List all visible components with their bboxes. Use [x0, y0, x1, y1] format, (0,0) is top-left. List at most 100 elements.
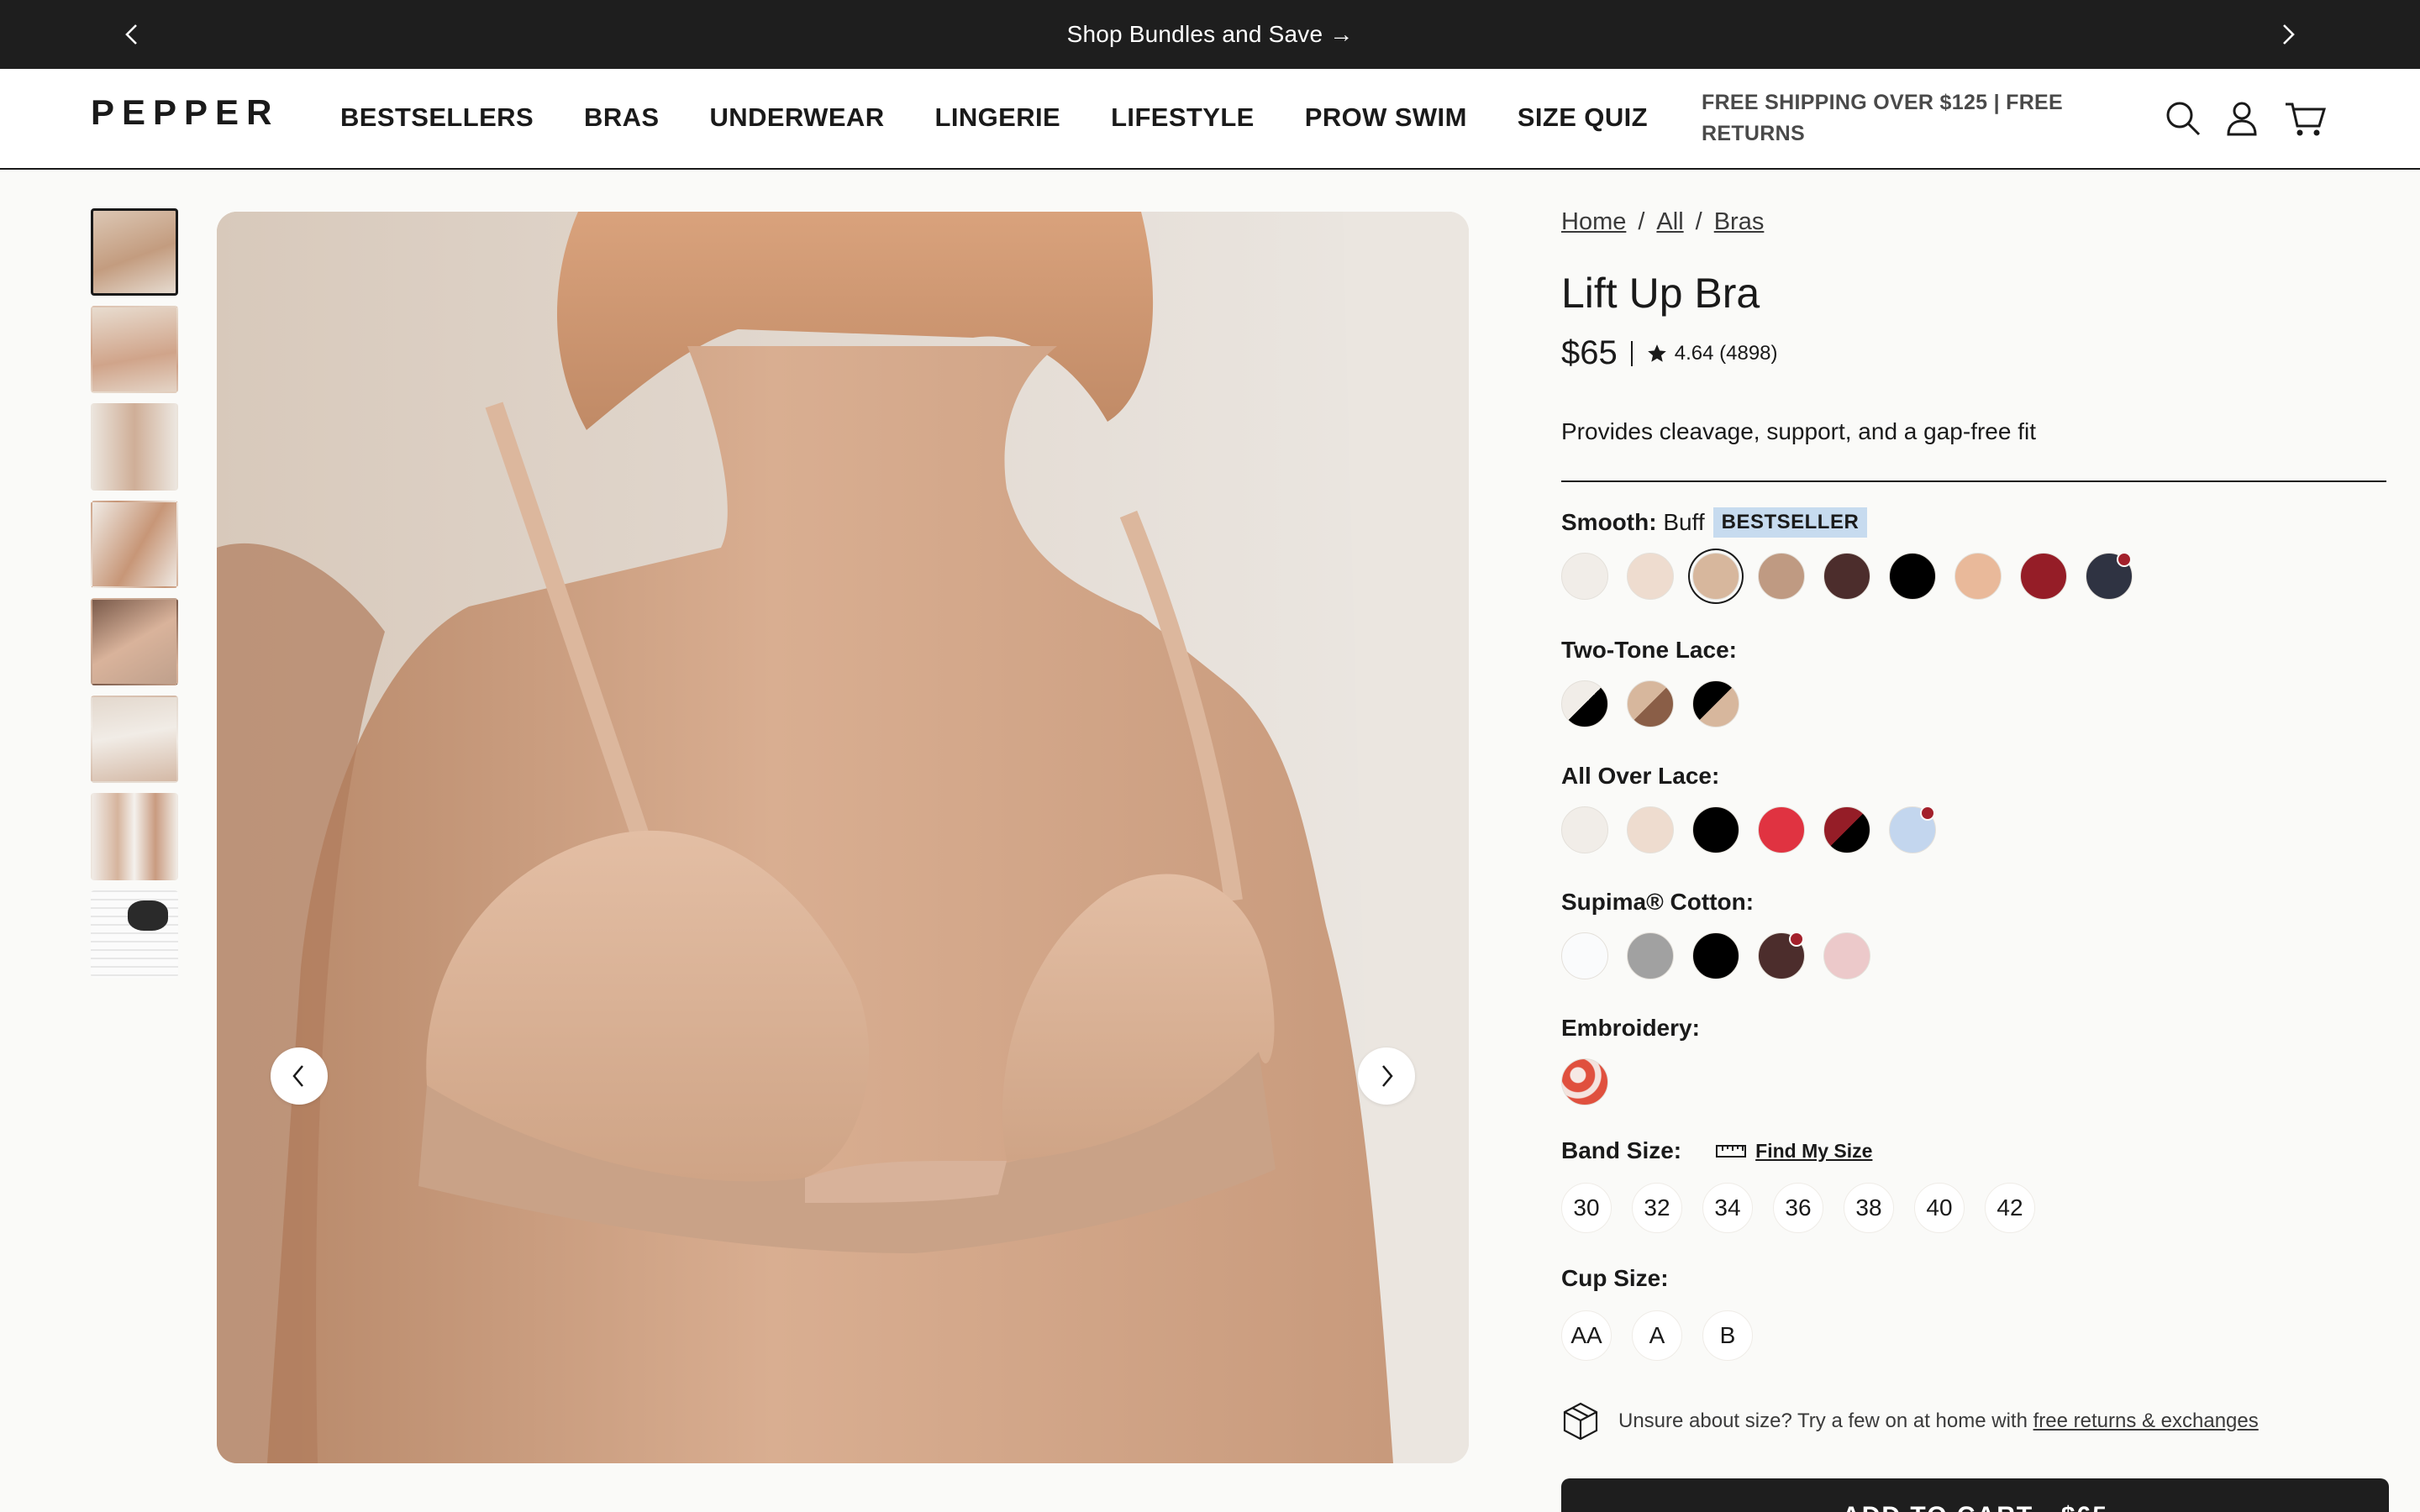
size-option-a[interactable]: A [1632, 1310, 1682, 1361]
thumbnail-7[interactable] [91, 793, 178, 880]
all-over-lace-label-row: All Over Lace: [1561, 763, 1719, 790]
product-price: $65 [1561, 334, 1618, 371]
color-swatch[interactable] [1823, 553, 1870, 600]
thumbnail-2[interactable] [91, 306, 178, 393]
logo[interactable]: PEPPER [91, 92, 279, 133]
color-swatch[interactable] [1823, 932, 1870, 979]
star-icon [1647, 344, 1666, 362]
color-swatch[interactable] [1627, 553, 1674, 600]
selected-color-name: Buff [1663, 509, 1705, 535]
size-option-42[interactable]: 42 [1985, 1183, 2035, 1233]
nav-prow-swim[interactable]: PROW SWIM [1305, 102, 1467, 133]
divider [1561, 480, 2386, 482]
size-option-40[interactable]: 40 [1914, 1183, 1965, 1233]
band-size-options: 30 32 34 36 38 40 42 [1561, 1183, 2035, 1233]
size-option-32[interactable]: 32 [1632, 1183, 1682, 1233]
color-swatch[interactable] [1823, 806, 1870, 853]
new-indicator-dot [2117, 552, 2132, 567]
band-size-label: Band Size: [1561, 1137, 1682, 1163]
nav-underwear[interactable]: UNDERWEAR [710, 102, 885, 133]
free-returns-link[interactable]: free returns & exchanges [2033, 1410, 2259, 1432]
find-my-size-link[interactable]: Find My Size [1715, 1140, 1872, 1163]
cart-icon[interactable] [2284, 97, 2328, 140]
thumbnail-1[interactable] [91, 208, 178, 296]
thumbnail-8[interactable] [91, 890, 178, 978]
size-chart-bra-preview [128, 900, 168, 931]
breadcrumb-home[interactable]: Home [1561, 208, 1626, 236]
supima-cotton-label: Supima® Cotton: [1561, 889, 1754, 915]
color-swatch[interactable] [1692, 932, 1739, 979]
color-swatch[interactable] [1627, 932, 1674, 979]
cup-size-label: Cup Size: [1561, 1265, 1669, 1291]
color-swatch-embroidery[interactable] [1561, 1058, 1608, 1105]
breadcrumb-separator: / [1638, 208, 1645, 235]
color-swatch[interactable] [1561, 806, 1608, 853]
color-swatch[interactable] [1692, 806, 1739, 853]
size-help-text: Unsure about size? Try a few on at home … [1618, 1410, 2028, 1432]
rating[interactable]: 4.64 (4898) [1646, 342, 1778, 365]
breadcrumb-bras[interactable]: Bras [1714, 208, 1765, 236]
thumbnail-4[interactable] [91, 501, 178, 588]
color-swatch[interactable] [1758, 806, 1805, 853]
color-swatch[interactable] [2020, 553, 2067, 600]
nav-bestsellers[interactable]: BESTSELLERS [340, 102, 534, 133]
search-icon[interactable] [2161, 97, 2205, 140]
find-my-size-label: Find My Size [1755, 1139, 1873, 1162]
shipping-note: FREE SHIPPING OVER $125 | FREE RETURNS [1702, 91, 2064, 145]
divider [1630, 340, 1633, 366]
product-title: Lift Up Bra [1561, 270, 1760, 317]
size-option-aa[interactable]: AA [1561, 1310, 1612, 1361]
color-swatch[interactable] [1627, 806, 1674, 853]
color-swatch[interactable] [1758, 553, 1805, 600]
announcement-text[interactable]: Shop Bundles and Save → [1067, 21, 1354, 48]
cup-size-label-row: Cup Size: [1561, 1265, 1669, 1292]
product-panel: Home / All / Bras Lift Up Bra $65 4.64 (… [1561, 208, 2389, 1512]
color-swatch[interactable] [1627, 680, 1674, 727]
size-option-36[interactable]: 36 [1773, 1183, 1823, 1233]
add-to-cart-button[interactable]: ADD TO CART - $65 [1561, 1478, 2389, 1512]
color-swatch[interactable] [1889, 806, 1936, 853]
new-indicator-dot [1920, 806, 1935, 821]
cup-size-options: AA A B [1561, 1310, 1753, 1361]
smooth-label: Smooth: [1561, 509, 1657, 535]
image-next-button[interactable] [1358, 1047, 1415, 1105]
nav-lingerie[interactable]: LINGERIE [934, 102, 1060, 133]
nav-lifestyle[interactable]: LIFESTYLE [1111, 102, 1255, 133]
chevron-right-icon[interactable] [2272, 18, 2304, 50]
nav-size-quiz[interactable]: SIZE QUIZ [1518, 102, 1648, 133]
size-option-b[interactable]: B [1702, 1310, 1753, 1361]
price-row: $65 4.64 (4898) [1561, 334, 1778, 372]
color-swatch[interactable] [1561, 932, 1608, 979]
rating-value: 4.64 (4898) [1674, 341, 1778, 365]
thumbnail-3[interactable] [91, 403, 178, 491]
supima-cotton-label-row: Supima® Cotton: [1561, 889, 1754, 916]
thumbnail-6[interactable] [91, 696, 178, 783]
size-help-note: Unsure about size? Try a few on at home … [1561, 1401, 2259, 1441]
all-over-lace-label: All Over Lace: [1561, 763, 1720, 789]
breadcrumb-all[interactable]: All [1656, 208, 1683, 236]
color-swatch[interactable] [2086, 552, 2133, 600]
new-indicator-dot [1789, 932, 1804, 947]
breadcrumb: Home / All / Bras [1561, 208, 2389, 236]
color-swatch[interactable] [1954, 553, 2002, 600]
smooth-swatches [1561, 552, 2133, 600]
embroidery-label: Embroidery: [1561, 1015, 1700, 1041]
product-main-image [217, 212, 1469, 1463]
image-prev-button[interactable] [271, 1047, 328, 1105]
color-swatch[interactable] [1889, 553, 1936, 600]
thumbnail-5[interactable] [91, 598, 178, 685]
breadcrumb-separator: / [1695, 208, 1702, 235]
size-option-30[interactable]: 30 [1561, 1183, 1612, 1233]
product-description: Provides cleavage, support, and a gap-fr… [1561, 418, 2037, 444]
account-icon[interactable] [2220, 97, 2264, 140]
color-swatch[interactable] [1561, 553, 1608, 600]
main-nav: BESTSELLERS BRAS UNDERWEAR LINGERIE LIFE… [340, 102, 1648, 133]
color-swatch[interactable] [1692, 553, 1739, 600]
nav-bras[interactable]: BRAS [584, 102, 659, 133]
color-swatch[interactable] [1758, 932, 1805, 979]
chevron-left-icon[interactable] [116, 18, 148, 50]
size-option-38[interactable]: 38 [1844, 1183, 1894, 1233]
size-option-34[interactable]: 34 [1702, 1183, 1753, 1233]
color-swatch[interactable] [1561, 680, 1608, 727]
color-swatch[interactable] [1692, 680, 1739, 727]
